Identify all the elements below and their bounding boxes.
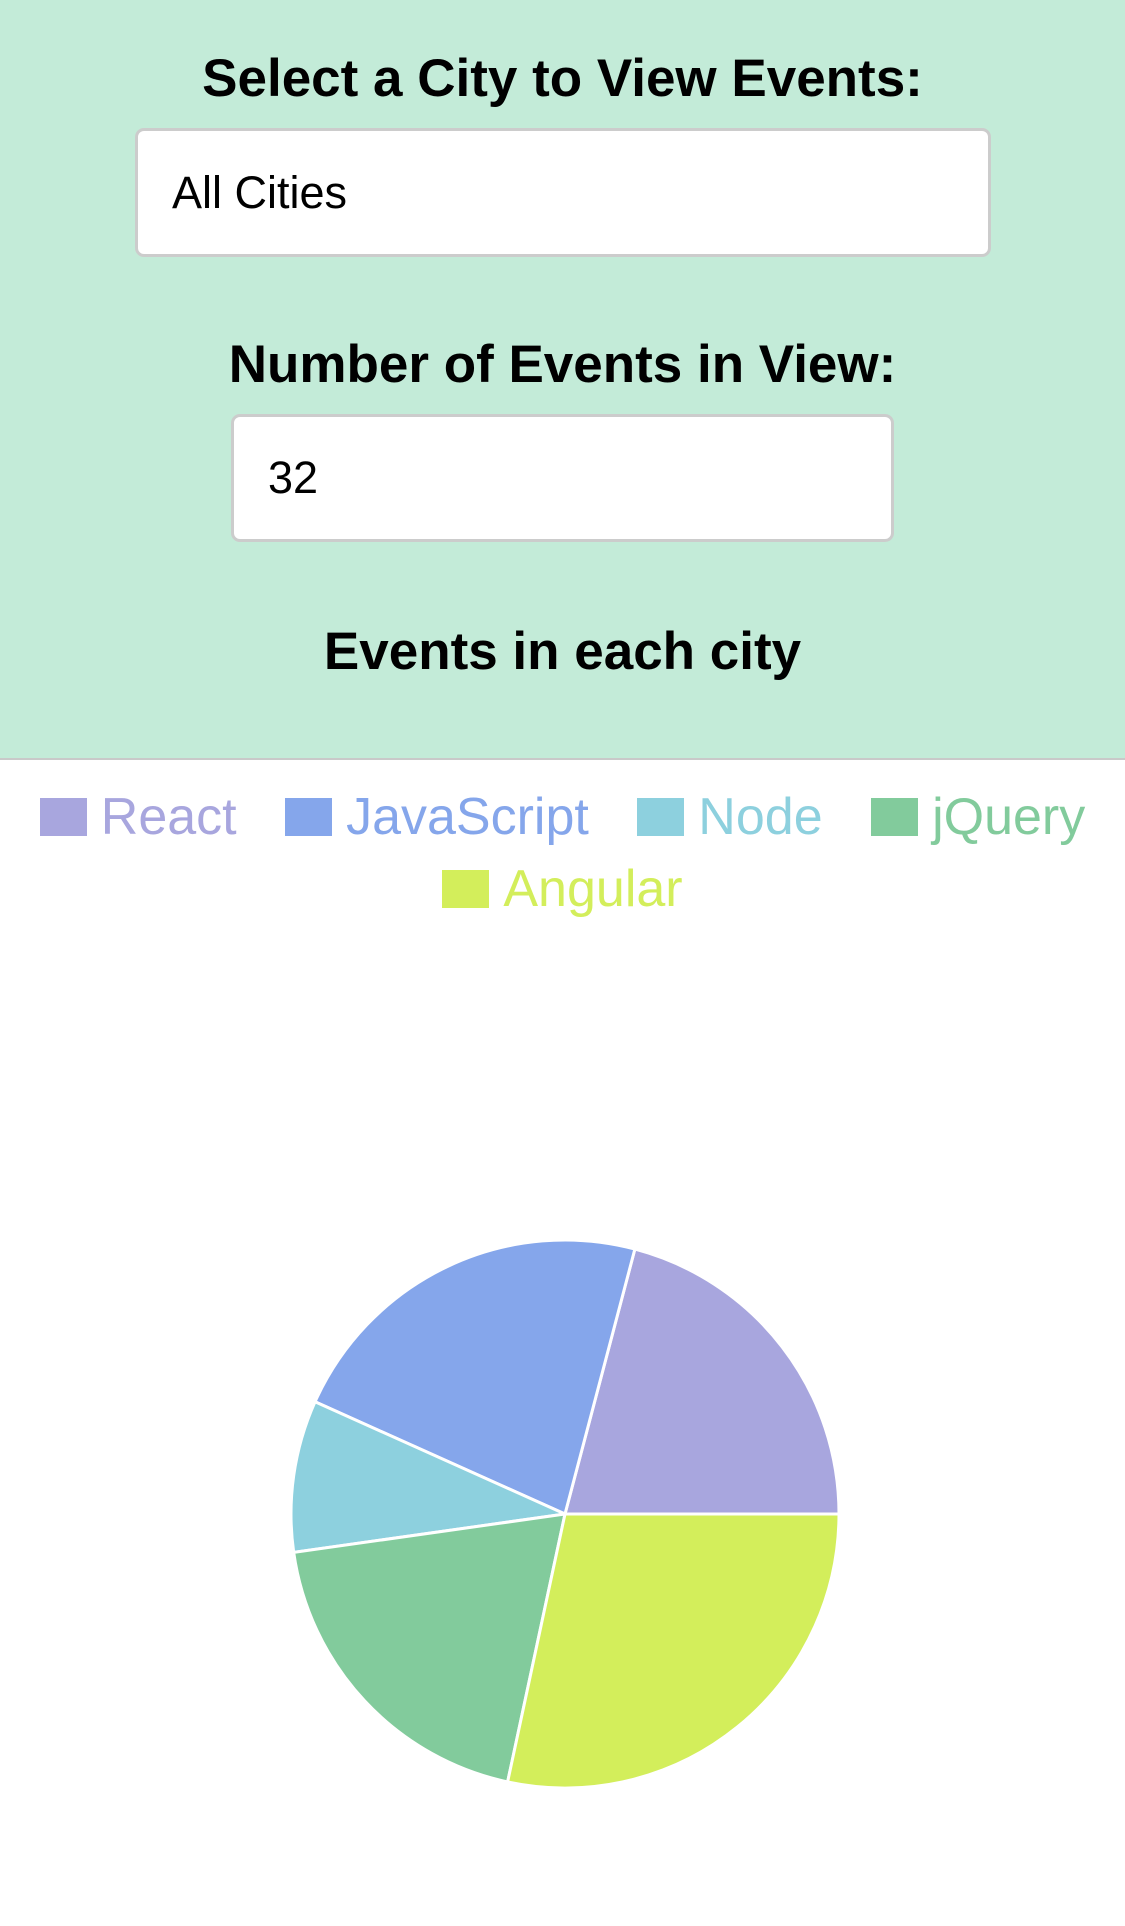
events-count-input[interactable]: 32	[231, 414, 894, 542]
legend-label-angular: Angular	[503, 859, 683, 918]
legend-item-angular[interactable]: Angular	[442, 855, 683, 923]
legend-row-1: React JavaScript Node jQuery	[0, 780, 1125, 851]
legend-swatch-node	[637, 798, 685, 837]
events-pie-chart	[289, 1238, 841, 1790]
chart-legend: React JavaScript Node jQuery Angular	[0, 780, 1125, 923]
legend-label-javascript: JavaScript	[346, 788, 589, 847]
legend-item-react[interactable]: React	[39, 783, 237, 851]
events-count-label: Number of Events in View:	[228, 335, 897, 394]
legend-swatch-jquery	[871, 798, 919, 837]
legend-label-jquery: jQuery	[932, 788, 1086, 847]
legend-item-jquery[interactable]: jQuery	[871, 783, 1085, 851]
legend-label-react: React	[100, 788, 237, 847]
pie-slice-angular[interactable]	[505, 1512, 841, 1790]
legend-item-node[interactable]: Node	[637, 783, 823, 851]
legend-item-javascript[interactable]: JavaScript	[285, 783, 589, 851]
city-select[interactable]: All Cities	[135, 128, 991, 257]
chart-title: Events in each city	[323, 622, 802, 681]
legend-swatch-angular	[442, 869, 490, 908]
city-select-label: Select a City to View Events:	[202, 49, 923, 108]
legend-row-2: Angular	[0, 851, 1125, 922]
legend-label-node: Node	[698, 788, 823, 847]
legend-swatch-javascript	[285, 798, 333, 837]
legend-swatch-react	[39, 798, 87, 837]
filter-panel: Select a City to View Events: All Cities…	[0, 0, 1125, 760]
